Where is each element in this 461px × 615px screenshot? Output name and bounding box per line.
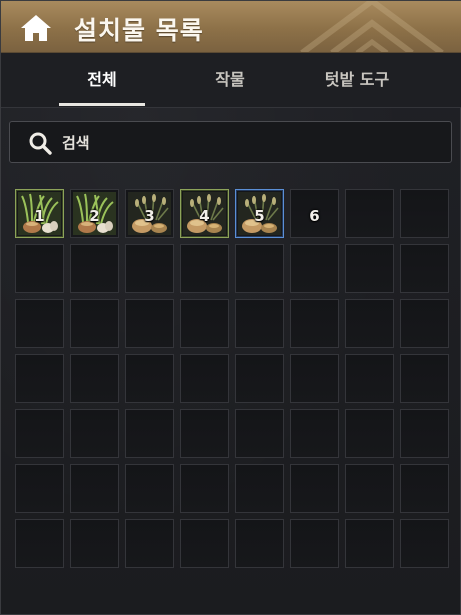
item-slot[interactable] (290, 519, 339, 568)
item-slot[interactable]: 6 (290, 189, 339, 238)
item-slot[interactable] (15, 464, 64, 513)
item-slot[interactable] (400, 519, 449, 568)
item-slot[interactable] (70, 244, 119, 293)
slot-number: 6 (309, 207, 320, 225)
item-slot[interactable] (345, 189, 394, 238)
item-slot[interactable] (180, 409, 229, 458)
tab-bar: 전체 작물 텃밭 도구 (1, 53, 461, 108)
slot-number: 2 (89, 207, 100, 225)
item-slot[interactable] (400, 354, 449, 403)
item-slot[interactable] (70, 464, 119, 513)
item-slot[interactable] (400, 464, 449, 513)
item-slot[interactable] (15, 519, 64, 568)
item-slot[interactable] (125, 409, 174, 458)
tab-crops[interactable]: 작물 (187, 66, 273, 90)
item-slot[interactable] (400, 409, 449, 458)
item-slot[interactable] (180, 354, 229, 403)
item-slot[interactable] (235, 519, 284, 568)
item-slot[interactable]: 5 (235, 189, 284, 238)
item-slot[interactable] (15, 409, 64, 458)
item-slot[interactable] (15, 354, 64, 403)
search-input[interactable]: 검색 (9, 121, 452, 163)
item-slot[interactable] (345, 464, 394, 513)
installation-list-window: 설치물 목록 전체 작물 텃밭 도구 검색 1 2 3 4 5 6 (0, 0, 461, 615)
item-slot[interactable] (400, 299, 449, 348)
item-slot[interactable] (235, 464, 284, 513)
item-slot[interactable] (290, 299, 339, 348)
tab-all[interactable]: 전체 (59, 66, 145, 90)
item-slot[interactable] (70, 299, 119, 348)
title-bar-decoration (300, 1, 444, 52)
item-slot[interactable] (345, 409, 394, 458)
item-grid: 1 2 3 4 5 6 (15, 189, 449, 568)
item-slot[interactable] (235, 299, 284, 348)
item-slot[interactable] (290, 464, 339, 513)
search-icon (29, 132, 52, 155)
item-slot[interactable] (125, 299, 174, 348)
slot-number: 3 (144, 207, 155, 225)
item-slot[interactable] (345, 519, 394, 568)
item-slot[interactable] (125, 464, 174, 513)
item-slot[interactable] (235, 409, 284, 458)
item-slot[interactable] (345, 299, 394, 348)
item-slot[interactable] (345, 354, 394, 403)
item-slot[interactable] (70, 354, 119, 403)
item-slot[interactable] (180, 464, 229, 513)
item-slot[interactable]: 4 (180, 189, 229, 238)
item-slot[interactable] (235, 354, 284, 403)
item-slot[interactable] (180, 299, 229, 348)
item-slot[interactable] (180, 244, 229, 293)
item-slot[interactable]: 2 (70, 189, 119, 238)
item-slot[interactable] (400, 189, 449, 238)
item-slot[interactable] (290, 354, 339, 403)
title-bar: 설치물 목록 (1, 1, 461, 53)
item-slot[interactable] (70, 519, 119, 568)
item-slot[interactable] (125, 519, 174, 568)
item-slot[interactable] (290, 244, 339, 293)
item-slot[interactable] (70, 409, 119, 458)
item-slot[interactable] (125, 354, 174, 403)
window-title: 설치물 목록 (74, 16, 204, 45)
item-slot[interactable] (235, 244, 284, 293)
active-tab-indicator (59, 103, 145, 106)
item-slot[interactable] (345, 244, 394, 293)
item-slot[interactable] (125, 244, 174, 293)
item-slot[interactable] (15, 244, 64, 293)
home-icon[interactable] (20, 14, 52, 42)
slot-number: 4 (199, 207, 210, 225)
item-slot[interactable] (15, 299, 64, 348)
item-slot[interactable] (180, 519, 229, 568)
item-slot[interactable] (400, 244, 449, 293)
slot-number: 5 (254, 207, 265, 225)
tab-garden-tools[interactable]: 텃밭 도구 (307, 66, 407, 90)
item-slot[interactable]: 1 (15, 189, 64, 238)
slot-number: 1 (34, 207, 45, 225)
item-slot[interactable]: 3 (125, 189, 174, 238)
search-placeholder: 검색 (62, 134, 90, 152)
item-slot[interactable] (290, 409, 339, 458)
